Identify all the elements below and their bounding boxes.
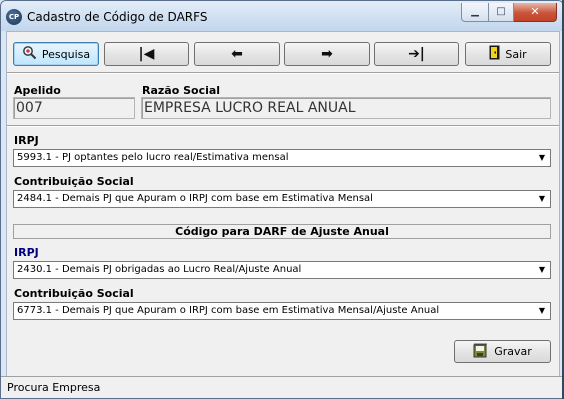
annual-contribuicao-social-select[interactable]: 6773.1 - Demais PJ que Apuram o IRPJ com… <box>13 302 551 320</box>
caption-buttons: ▁ □ ✕ <box>461 3 557 23</box>
exit-button-label: Sair <box>505 47 527 61</box>
contribuicao-social-select[interactable]: 2484.1 - Demais PJ que Apuram o IRPJ com… <box>13 190 551 208</box>
contribuicao-social-label: Contribuição Social <box>14 175 134 188</box>
close-button[interactable]: ✕ <box>514 3 557 22</box>
save-disk-icon <box>473 343 488 361</box>
arrow-left-icon: ⬅ <box>231 46 243 62</box>
annual-contribuicao-social-select-value: 6773.1 - Demais PJ que Apuram o IRPJ com… <box>17 305 440 316</box>
maximize-button[interactable]: □ <box>489 3 514 22</box>
toolbar-divider <box>7 72 559 74</box>
window-title: Cadastro de Código de DARFS <box>27 10 208 24</box>
dropdown-arrow-icon[interactable]: ▼ <box>535 304 549 318</box>
annual-contribuicao-social-label: Contribuição Social <box>14 287 134 300</box>
maximize-icon: □ <box>496 6 506 17</box>
form-body: Pesquisa |◀ ⬅ ➡ ➔| Sair Apelido 007 Razã… <box>6 31 560 377</box>
save-button[interactable]: Gravar <box>454 340 551 363</box>
irpj-select-value: 5993.1 - PJ optantes pelo lucro real/Est… <box>17 152 289 163</box>
app-icon[interactable]: CP <box>6 9 22 25</box>
company-divider <box>7 125 559 127</box>
magnifier-icon <box>22 45 37 63</box>
title-bar[interactable]: CP Cadastro de Código de DARFS ▁ □ ✕ <box>1 1 563 31</box>
annual-irpj-label: IRPJ <box>14 246 39 259</box>
last-record-icon: ➔| <box>408 46 425 62</box>
status-text: Procura Empresa <box>7 381 101 394</box>
minimize-button[interactable]: ▁ <box>461 3 489 22</box>
next-record-button[interactable]: ➡ <box>284 42 370 66</box>
navigation-toolbar: Pesquisa |◀ ⬅ ➡ ➔| Sair <box>7 32 559 72</box>
save-button-label: Gravar <box>494 345 532 358</box>
exit-button[interactable]: Sair <box>465 42 551 66</box>
app-window: CP Cadastro de Código de DARFS ▁ □ ✕ Pes… <box>0 0 564 399</box>
previous-record-button[interactable]: ⬅ <box>194 42 280 66</box>
annual-irpj-select-value: 2430.1 - Demais PJ obrigadas ao Lucro Re… <box>17 264 302 275</box>
apelido-field: 007 <box>13 97 135 119</box>
dropdown-arrow-icon[interactable]: ▼ <box>535 263 549 277</box>
close-icon: ✕ <box>530 5 540 18</box>
first-record-icon: |◀ <box>138 46 155 62</box>
arrow-right-icon: ➡ <box>321 46 333 62</box>
razao-social-label: Razão Social <box>142 84 221 97</box>
annual-section-header: Código para DARF de Ajuste Anual <box>13 224 551 239</box>
irpj-label: IRPJ <box>14 134 39 147</box>
search-button-label: Pesquisa <box>41 47 91 61</box>
exit-door-icon <box>489 45 500 63</box>
irpj-select[interactable]: 5993.1 - PJ optantes pelo lucro real/Est… <box>13 149 551 167</box>
dropdown-arrow-icon[interactable]: ▼ <box>535 192 549 206</box>
annual-irpj-select[interactable]: 2430.1 - Demais PJ obrigadas ao Lucro Re… <box>13 261 551 279</box>
minimize-icon: ▁ <box>471 6 479 17</box>
dropdown-arrow-icon[interactable]: ▼ <box>535 151 549 165</box>
search-button[interactable]: Pesquisa <box>13 42 99 66</box>
status-bar: Procura Empresa <box>1 376 563 398</box>
contribuicao-social-select-value: 2484.1 - Demais PJ que Apuram o IRPJ com… <box>17 193 373 204</box>
razao-social-field: EMPRESA LUCRO REAL ANUAL <box>141 97 551 119</box>
apelido-label: Apelido <box>14 84 61 97</box>
first-record-button[interactable]: |◀ <box>104 42 189 66</box>
last-record-button[interactable]: ➔| <box>374 42 459 66</box>
